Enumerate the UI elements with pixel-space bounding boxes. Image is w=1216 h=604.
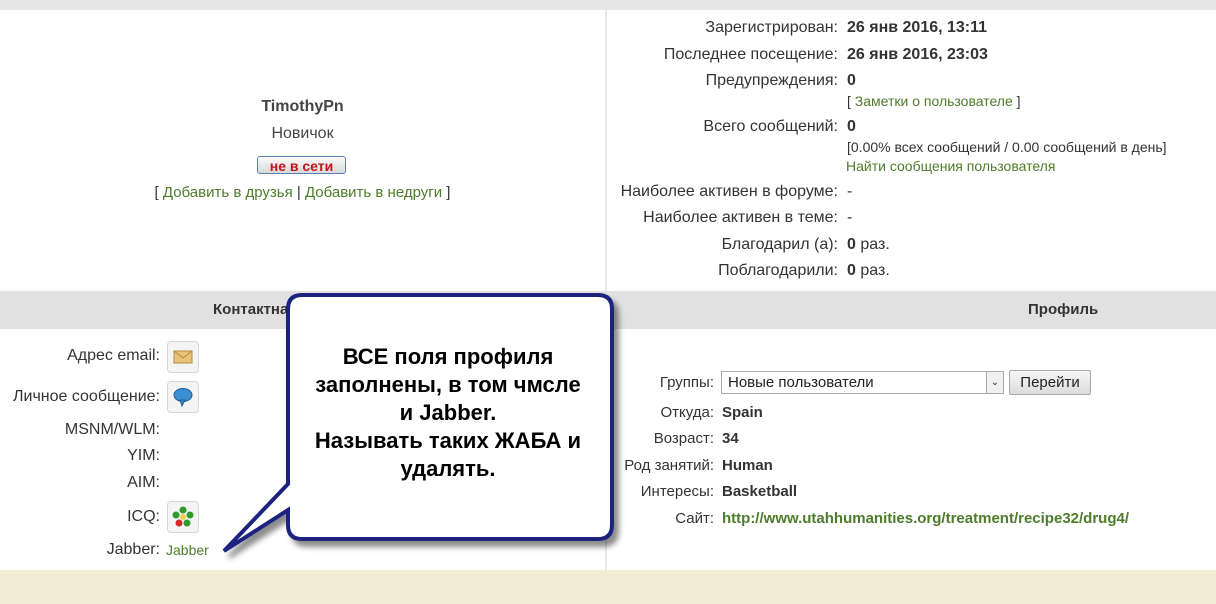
speech-bubble-icon — [173, 388, 193, 407]
yim-label: YIM: — [127, 447, 160, 464]
user-rank: Новичок — [271, 125, 334, 142]
pm-button[interactable] — [167, 381, 199, 413]
add-foe-link[interactable]: Добавить в недруги — [305, 184, 442, 201]
active-topic-value: - — [847, 209, 853, 226]
thanked-label: Благодарил (а): — [721, 236, 838, 253]
icq-label: ICQ: — [127, 508, 160, 525]
website-link[interactable]: http://www.utahhumanities.org/treatment/… — [722, 510, 1129, 527]
posts-detail: [0.00% всех сообщений / 0.00 сообщений в… — [847, 139, 1167, 155]
footer-bar — [0, 570, 1216, 604]
online-status-badge: не в сети — [257, 156, 346, 174]
site-label: Сайт: — [675, 510, 714, 527]
jabber-link[interactable]: Jabber — [166, 542, 209, 558]
age-label: Возраст: — [653, 430, 714, 447]
icq-button[interactable] — [167, 501, 199, 533]
go-button[interactable]: Перейти — [1009, 370, 1091, 395]
active-forum-label: Наиболее активен в форуме: — [620, 183, 838, 200]
groups-select[interactable]: Новые пользователи ⌄ — [721, 371, 1004, 394]
user-notes: [ Заметки о пользователе ] — [847, 93, 1021, 109]
registered-label: Зарегистрирован: — [705, 19, 838, 36]
chevron-down-icon: ⌄ — [986, 372, 1003, 393]
posts-label: Всего сообщений: — [703, 118, 838, 135]
occupation-value: Human — [722, 457, 773, 474]
groups-selected-value: Новые пользователи — [728, 374, 874, 391]
interests-label: Интересы: — [640, 483, 714, 500]
was-thanked-value: 0 раз. — [847, 262, 890, 279]
pm-label: Личное сообщение: — [13, 388, 160, 405]
contacts-section-title: Контактна — [213, 301, 289, 318]
active-topic-label: Наиболее активен в теме: — [643, 209, 838, 226]
warnings-value: 0 — [847, 72, 856, 89]
warnings-label: Предупреждения: — [705, 72, 838, 89]
groups-label: Группы: — [659, 374, 714, 391]
friend-links: [ Добавить в друзья | Добавить в недруги… — [154, 184, 451, 201]
was-thanked-label: Поблагодарили: — [718, 262, 838, 279]
occupation-label: Род занятий: — [624, 457, 714, 474]
aim-label: AIM: — [127, 474, 160, 491]
age-value: 34 — [722, 430, 739, 447]
icq-flower-icon — [172, 506, 194, 527]
from-value: Spain — [722, 404, 763, 421]
interests-value: Basketball — [722, 483, 798, 500]
registered-value: 26 янв 2016, 13:11 — [847, 19, 988, 36]
active-forum-value: - — [847, 183, 853, 200]
email-label: Адрес email: — [67, 347, 160, 364]
thanked-value: 0 раз. — [847, 236, 890, 253]
profile-section-title: Профиль — [1028, 301, 1099, 318]
envelope-icon — [173, 350, 193, 364]
msnm-label: MSNM/WLM: — [64, 421, 160, 438]
jabber-label: Jabber: — [106, 541, 160, 558]
column-divider — [605, 10, 607, 570]
top-bar — [0, 0, 1216, 10]
email-button[interactable] — [167, 341, 199, 373]
find-posts-link[interactable]: Найти сообщения пользователя — [846, 158, 1055, 174]
posts-value: 0 — [847, 118, 856, 135]
username: TimothyPn — [261, 98, 344, 115]
callout-text: ВСЕ поля профиля заполнены, в том чмсле … — [314, 344, 582, 481]
from-label: Откуда: — [660, 404, 714, 421]
last-visit-label: Последнее посещение: — [663, 46, 838, 63]
add-friend-link[interactable]: Добавить в друзья — [163, 184, 293, 201]
last-visit-value: 26 янв 2016, 23:03 — [847, 46, 988, 63]
user-notes-link[interactable]: Заметки о пользователе — [855, 93, 1013, 109]
